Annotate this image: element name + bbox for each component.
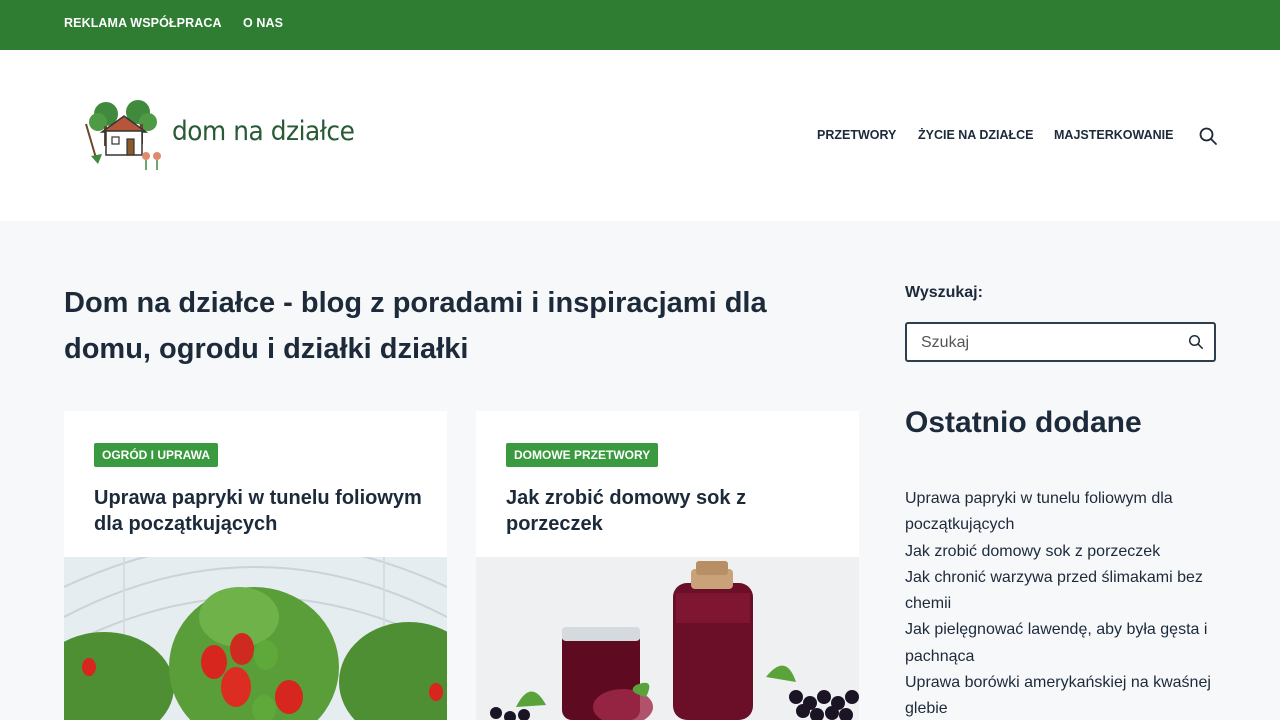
list-item: Jak pielęgnować lawendę, aby była gęsta … bbox=[905, 617, 1225, 670]
post-image[interactable] bbox=[476, 557, 859, 720]
nav-item-przetwory[interactable]: PRZETWORY bbox=[817, 128, 896, 142]
pepper-greenhouse-image bbox=[64, 557, 447, 720]
header-search-button[interactable] bbox=[1198, 126, 1218, 146]
list-item: Uprawa borówki amerykańskiej na kwaśnej … bbox=[905, 670, 1225, 720]
nav-item-majsterkowanie[interactable]: MAJSTERKOWANIE bbox=[1054, 128, 1173, 142]
page-title: Dom na działce - blog z poradami i inspi… bbox=[64, 287, 767, 365]
post-card[interactable]: OGRÓD I UPRAWA Uprawa papryki w tunelu f… bbox=[64, 411, 447, 720]
list-item: Uprawa papryki w tunelu foliowym dla poc… bbox=[905, 486, 1225, 539]
house-trees-logo-icon bbox=[85, 100, 161, 170]
recent-posts-heading: Ostatnio dodane bbox=[905, 406, 1142, 439]
topbar-link-o-nas[interactable]: O NAS bbox=[243, 16, 283, 30]
currant-juice-image bbox=[476, 557, 859, 720]
recent-posts-list: Uprawa papryki w tunelu foliowym dla poc… bbox=[905, 486, 1225, 720]
search-icon[interactable] bbox=[1188, 334, 1204, 350]
list-item: Jak zrobić domowy sok z porzeczek bbox=[905, 539, 1225, 565]
recent-post-link[interactable]: Jak zrobić domowy sok z porzeczek bbox=[905, 543, 1160, 560]
recent-post-link[interactable]: Uprawa borówki amerykańskiej na kwaśnej … bbox=[905, 674, 1211, 717]
post-card[interactable]: DOMOWE PRZETWORY Jak zrobić domowy sok z… bbox=[476, 411, 859, 720]
topbar-link-reklama[interactable]: REKLAMA WSPÓŁPRACA bbox=[64, 16, 222, 30]
post-image[interactable] bbox=[64, 557, 447, 720]
recent-post-link[interactable]: Uprawa papryki w tunelu foliowym dla poc… bbox=[905, 490, 1173, 533]
recent-post-link[interactable]: Jak pielęgnować lawendę, aby była gęsta … bbox=[905, 621, 1207, 664]
sidebar-search-label: Wyszukaj: bbox=[905, 284, 983, 301]
sidebar-search-box bbox=[905, 322, 1216, 362]
category-badge[interactable]: DOMOWE PRZETWORY bbox=[506, 443, 659, 467]
category-badge[interactable]: OGRÓD I UPRAWA bbox=[94, 443, 219, 467]
recent-post-link[interactable]: Jak chronić warzywa przed ślimakami bez … bbox=[905, 569, 1203, 612]
top-bar: REKLAMA WSPÓŁPRACA O NAS bbox=[0, 0, 1280, 50]
post-title[interactable]: Uprawa papryki w tunelu foliowym dla poc… bbox=[94, 485, 424, 537]
logo-text: dom na działce bbox=[172, 116, 355, 147]
nav-item-zycie-na-dzialce[interactable]: ŻYCIE NA DZIAŁCE bbox=[918, 128, 1034, 142]
site-logo[interactable]: dom na działce bbox=[82, 96, 372, 176]
search-icon bbox=[1199, 127, 1217, 145]
sidebar-search-input[interactable] bbox=[921, 332, 1171, 354]
post-title[interactable]: Jak zrobić domowy sok z porzeczek bbox=[506, 485, 836, 537]
list-item: Jak chronić warzywa przed ślimakami bez … bbox=[905, 565, 1225, 618]
site-header: dom na działce PRZETWORY ŻYCIE NA DZIAŁC… bbox=[0, 50, 1280, 221]
